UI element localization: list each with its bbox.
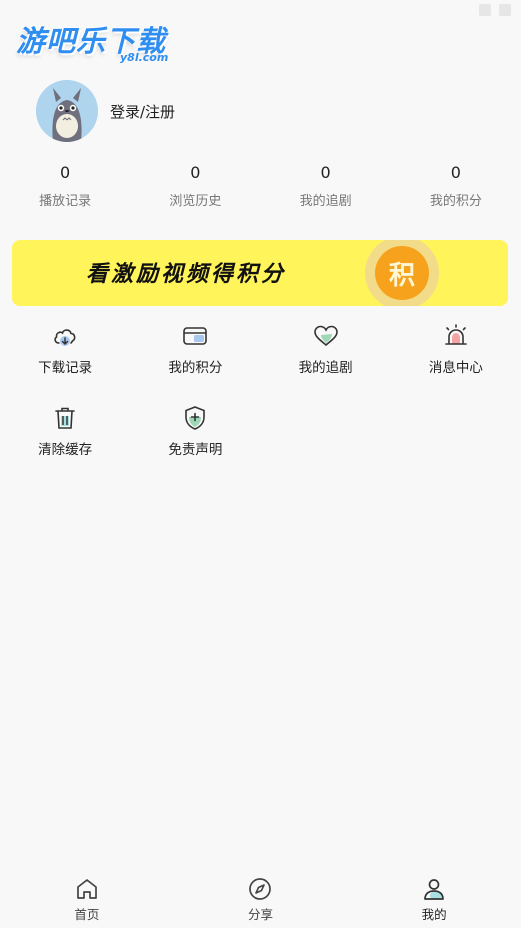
- totoro-avatar-icon: [36, 80, 98, 142]
- menu-grid: 下载记录 我的积分 我的追剧 消息中心 清除缓存 免责声明: [0, 320, 521, 484]
- compass-icon: [249, 878, 272, 900]
- alarm-icon: [445, 324, 467, 345]
- menu-label: 我的积分: [168, 360, 223, 376]
- stat-label: 我的追剧: [299, 194, 352, 209]
- user-icon: [424, 879, 444, 900]
- app-logo: 游吧乐下载 y8l.com: [16, 18, 186, 66]
- banner-text: 看激励视频得积分: [86, 262, 287, 287]
- logo-domain: y8l.com: [120, 51, 169, 64]
- menu-disclaimer[interactable]: 免责声明: [130, 402, 260, 484]
- stat-my-points[interactable]: 0 我的积分: [391, 162, 521, 209]
- status-icons: [479, 4, 511, 16]
- tab-share[interactable]: 分享: [174, 868, 348, 928]
- stat-my-follow[interactable]: 0 我的追剧: [261, 162, 391, 209]
- home-icon: [76, 879, 97, 899]
- shield-icon: [185, 406, 206, 430]
- menu-label: 清除缓存: [38, 442, 93, 458]
- coin-label: 积: [375, 246, 429, 300]
- menu-clear-cache[interactable]: 清除缓存: [0, 402, 130, 484]
- stat-label: 浏览历史: [169, 194, 222, 209]
- bottom-tab-bar: 首页 分享 我的: [0, 868, 521, 928]
- tab-label: 首页: [74, 907, 100, 922]
- menu-my-points[interactable]: 我的积分: [130, 320, 260, 402]
- tab-mine[interactable]: 我的: [347, 868, 521, 928]
- stat-value: 0: [190, 163, 201, 182]
- profile-header[interactable]: 登录/注册: [36, 80, 175, 142]
- tab-home[interactable]: 首页: [0, 868, 174, 928]
- stat-label: 我的积分: [429, 194, 482, 209]
- tab-label: 分享: [247, 907, 273, 922]
- stat-play-record[interactable]: 0 播放记录: [0, 162, 130, 209]
- login-register-link[interactable]: 登录/注册: [110, 101, 175, 122]
- heart-icon: [313, 325, 338, 347]
- wifi-icon: [479, 4, 491, 16]
- menu-label: 我的追剧: [298, 360, 353, 376]
- menu-message-center[interactable]: 消息中心: [391, 320, 521, 402]
- stat-label: 播放记录: [39, 194, 92, 209]
- menu-label: 下载记录: [38, 360, 93, 376]
- stats-row: 0 播放记录 0 浏览历史 0 我的追剧 0 我的积分: [0, 162, 521, 209]
- trash-icon: [55, 407, 75, 429]
- tab-label: 我的: [421, 907, 447, 922]
- battery-icon: [499, 4, 511, 16]
- cloud-download-icon: [54, 329, 76, 346]
- stat-browse-history[interactable]: 0 浏览历史: [130, 162, 260, 209]
- stat-value: 0: [320, 163, 331, 182]
- stat-value: 0: [450, 163, 461, 182]
- avatar[interactable]: [36, 80, 98, 142]
- menu-download-record[interactable]: 下载记录: [0, 320, 130, 402]
- stat-value: 0: [60, 163, 71, 182]
- points-coin-icon: 积: [365, 240, 439, 306]
- menu-my-follow[interactable]: 我的追剧: [261, 320, 391, 402]
- reward-video-banner[interactable]: 看激励视频得积分 积: [12, 240, 508, 306]
- card-icon: [183, 327, 208, 345]
- menu-label: 免责声明: [168, 442, 223, 458]
- menu-label: 消息中心: [428, 360, 483, 376]
